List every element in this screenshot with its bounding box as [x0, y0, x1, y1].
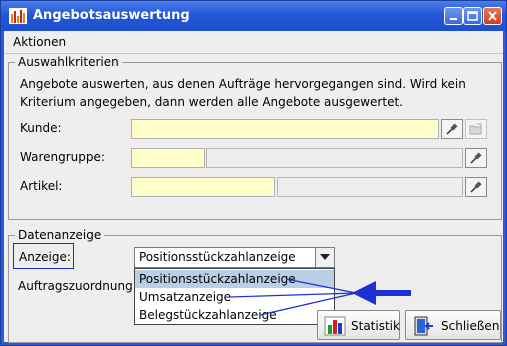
criteria-description-line1: Angebote auswerten, aus denen Aufträge h…	[20, 77, 466, 91]
minimize-button[interactable]	[444, 7, 463, 25]
warengruppe-label: Warengruppe:	[20, 150, 105, 164]
title-bar[interactable]: Angebotsauswertung	[1, 1, 506, 31]
schliessen-button-label: Schließen	[441, 319, 500, 333]
kunde-pick-button[interactable]	[441, 119, 463, 139]
anzeige-combobox[interactable]: Positionsstückzahlanzeige	[134, 247, 335, 268]
kunde-label: Kunde:	[20, 121, 62, 135]
minimize-icon	[450, 18, 457, 20]
auftragszuordnung-label: Auftragszuordnung:	[18, 279, 137, 293]
maximize-icon	[467, 11, 478, 21]
statistik-button[interactable]: Statistik	[317, 310, 400, 340]
artikel-pick-button[interactable]	[465, 177, 487, 197]
artikel-input[interactable]	[131, 177, 275, 197]
folder-open-icon	[469, 123, 482, 135]
anzeige-label: Anzeige:	[19, 250, 71, 264]
window-content: Aktionen Auswahlkriterien Angebote auswe…	[4, 31, 503, 343]
statistics-chart-icon	[324, 316, 346, 336]
menu-bar: Aktionen	[4, 31, 503, 54]
chevron-down-icon	[320, 254, 330, 260]
kunde-input[interactable]	[131, 119, 439, 139]
dropdown-option-belegstueckzahl[interactable]: Belegstückzahlanzeige	[135, 306, 334, 324]
warengruppe-pick-button[interactable]	[465, 148, 487, 168]
close-button[interactable]	[483, 7, 502, 25]
display-legend: Datenanzeige	[15, 228, 105, 242]
pipette-icon	[446, 123, 458, 135]
menu-aktionen[interactable]: Aktionen	[13, 35, 66, 49]
option-label: Positionsstückzahlanzeige	[139, 272, 296, 286]
close-icon	[488, 11, 497, 21]
anzeige-dropdown-list: Positionsstückzahlanzeige Umsatzanzeige …	[134, 268, 335, 325]
application-window: Angebotsauswertung Aktionen Auswahlkrite…	[0, 0, 507, 346]
pipette-icon	[470, 181, 482, 193]
artikel-label: Artikel:	[20, 179, 63, 193]
criteria-panel: Auswahlkriterien Angebote auswerten, aus…	[8, 55, 502, 220]
warengruppe-input[interactable]	[131, 148, 205, 168]
statistik-button-label: Statistik	[351, 319, 400, 333]
maximize-button[interactable]	[463, 7, 482, 25]
bar-chart-app-icon	[9, 8, 27, 24]
dropdown-option-umsatz[interactable]: Umsatzanzeige	[135, 288, 334, 306]
option-label: Belegstückzahlanzeige	[139, 308, 277, 322]
schliessen-button[interactable]: Schließen	[405, 310, 501, 340]
dropdown-option-positionsstueckzahl[interactable]: Positionsstückzahlanzeige	[135, 270, 334, 288]
anzeige-selected-value: Positionsstückzahlanzeige	[139, 250, 296, 264]
window-title: Angebotsauswertung	[33, 8, 190, 23]
artikel-name-field	[277, 177, 463, 197]
criteria-legend: Auswahlkriterien	[15, 55, 122, 69]
option-label: Umsatzanzeige	[139, 290, 232, 304]
warengruppe-name-field	[206, 148, 463, 168]
criteria-description-line2: Kriterium angegeben, dann werden alle An…	[20, 95, 403, 109]
pipette-icon	[470, 152, 482, 164]
door-exit-icon	[414, 316, 433, 336]
kunde-open-button[interactable]	[465, 119, 487, 139]
combobox-dropdown-button[interactable]	[315, 248, 334, 267]
